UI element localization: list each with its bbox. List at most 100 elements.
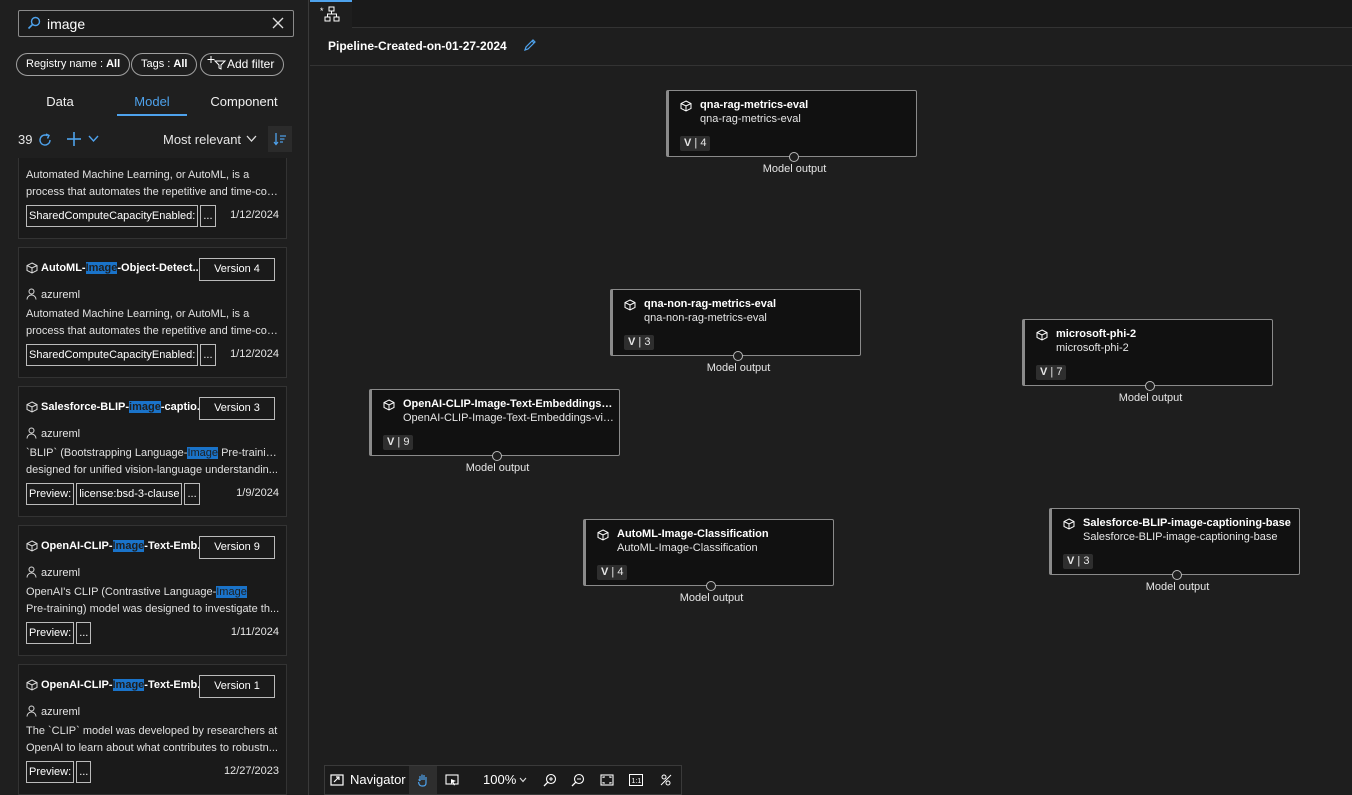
model-cube-icon [26, 262, 38, 274]
select-tool-icon[interactable] [445, 773, 459, 787]
pipeline-node[interactable]: microsoft-phi-2 microsoft-phi-2 V | 7 Model… [1022, 319, 1273, 404]
search-highlight: Image [216, 586, 247, 598]
tag-chip[interactable]: Preview: [26, 761, 75, 783]
search-icon [27, 16, 41, 30]
card-title[interactable]: OpenAI-CLIP-Image-Text-Emb... [41, 540, 199, 552]
actual-size-icon[interactable]: 1:1 [629, 773, 643, 787]
version-letter: V [387, 436, 395, 448]
svg-text:*: * [320, 6, 324, 16]
version-dropdown[interactable]: Version 1 [199, 675, 275, 698]
card-owner: azureml [41, 706, 81, 718]
version-dropdown[interactable]: Version 4 [199, 258, 275, 281]
clear-search-icon[interactable] [271, 16, 285, 30]
version-letter: V [684, 137, 692, 149]
node-title: AutoML-Image-Classification [617, 528, 769, 540]
add-filter-icon [207, 56, 227, 70]
zoom-level-dropdown[interactable]: 100% [483, 766, 516, 794]
node-version-badge: V | 3 [1063, 554, 1094, 569]
more-tags-chip[interactable]: ... [200, 344, 216, 366]
output-port-label: Model output [706, 362, 771, 374]
sort-dropdown[interactable]: Most relevant [163, 132, 241, 147]
node-title: qna-non-rag-metrics-eval [644, 298, 777, 310]
pipeline-tab[interactable]: * [310, 0, 352, 28]
card-title[interactable]: AutoML-Image-Object-Detect... [41, 262, 199, 274]
output-port[interactable] [706, 581, 716, 591]
node-subtitle: AutoML-Image-Classification [617, 542, 758, 554]
tag-chip[interactable]: Preview: [26, 622, 75, 644]
search-highlight: Image [187, 447, 219, 459]
svg-text:1:1: 1:1 [632, 778, 642, 785]
chevron-down-icon[interactable] [88, 135, 99, 143]
search-input[interactable] [47, 15, 267, 33]
fit-to-screen-icon[interactable] [600, 773, 614, 787]
card-title-text: -Text-Emb... [144, 540, 199, 552]
pipeline-node[interactable]: Salesforce-BLIP-image-captioning-base Sal… [1049, 508, 1300, 593]
output-port[interactable] [492, 451, 502, 461]
search-box[interactable] [18, 10, 294, 37]
pipeline-title: Pipeline-Created-on-01-27-2024 [328, 39, 507, 53]
pipeline-node[interactable]: AutoML-Image-Classification AutoML-Image-… [583, 519, 834, 604]
add-filter-label: Add filter [227, 57, 275, 71]
tab-data[interactable]: Data [28, 88, 92, 116]
edit-title-icon[interactable] [523, 38, 537, 52]
pan-tool-button[interactable] [409, 766, 437, 794]
list-item[interactable]: Salesforce-BLIP-image-captio... Version … [18, 386, 287, 517]
card-title[interactable]: Salesforce-BLIP-image-captio... [41, 401, 199, 413]
sort-order-button[interactable] [268, 126, 292, 152]
tab-component[interactable]: Component [199, 88, 289, 116]
card-title[interactable]: OpenAI-CLIP-Image-Text-Emb... [41, 679, 199, 691]
output-port[interactable] [733, 351, 743, 361]
output-port[interactable] [1145, 381, 1155, 391]
more-tags-chip[interactable]: ... [184, 483, 200, 505]
model-cube-icon [680, 100, 692, 112]
tab-model[interactable]: Model [117, 88, 187, 116]
card-description: Automated Machine Learning, or AutoML, i… [26, 167, 281, 201]
card-tags: Preview: license:bsd-3-clause... [26, 483, 202, 505]
card-description-line: OpenAI to learn about what contributes t… [26, 742, 278, 754]
zoom-in-icon[interactable] [543, 773, 557, 787]
card-date: 1/12/2024 [230, 209, 279, 221]
output-port-label: Model output [679, 592, 744, 604]
navigator-button[interactable]: Navigator [350, 766, 406, 794]
tag-chip[interactable]: license:bsd-3-clause [76, 483, 183, 505]
card-tags: SharedComputeCapacityEnabled:... [26, 205, 218, 227]
more-tags-chip[interactable]: ... [76, 761, 92, 783]
more-tags-chip[interactable]: ... [76, 622, 92, 644]
node-subtitle: qna-rag-metrics-eval [700, 113, 801, 125]
tag-chip[interactable]: SharedComputeCapacityEnabled: [26, 344, 199, 366]
pipeline-header: Pipeline-Created-on-01-27-2024 [310, 28, 1352, 66]
version-dropdown[interactable]: Version 3 [199, 397, 275, 420]
pipeline-node[interactable]: qna-non-rag-metrics-eval qna-non-rag-metr… [610, 289, 861, 374]
tags-filter-button[interactable]: Tags : All [131, 53, 198, 76]
add-icon[interactable] [66, 131, 82, 147]
card-description-line: Automated Machine Learning, or AutoML, i… [26, 308, 250, 320]
registry-filter-button[interactable]: Registry name : All [16, 53, 131, 76]
zoom-out-icon[interactable] [571, 773, 585, 787]
results-toolbar: 39 Most relevant [0, 126, 309, 154]
zoom-chevron-icon[interactable] [519, 777, 527, 783]
sort-chevron-icon[interactable] [246, 135, 257, 143]
pipeline-node[interactable]: qna-rag-metrics-eval qna-rag-metrics-eval… [666, 90, 917, 175]
list-item[interactable]: OpenAI-CLIP-Image-Text-Emb... Version 1 … [18, 664, 287, 795]
search-highlight: Image [112, 679, 145, 691]
add-filter-button[interactable]: Add filter [200, 53, 285, 76]
result-count: 39 [18, 132, 33, 147]
more-tags-chip[interactable]: ... [200, 205, 216, 227]
navigator-icon[interactable] [330, 773, 344, 787]
card-date: 1/12/2024 [230, 348, 279, 360]
output-port[interactable] [1172, 570, 1182, 580]
list-item[interactable]: AutoML-Image-Object-Detect... Version 4 … [18, 247, 287, 378]
model-cube-icon [597, 529, 609, 541]
pipeline-node[interactable]: OpenAI-CLIP-Image-Text-Embeddings-vi... O… [369, 389, 620, 474]
output-port[interactable] [789, 152, 799, 162]
tag-chip[interactable]: Preview: [26, 483, 75, 505]
list-item[interactable]: Automated Machine Learning, or AutoML, i… [18, 158, 287, 239]
version-dropdown[interactable]: Version 9 [199, 536, 275, 559]
pipeline-canvas-area: * Pipeline-Created-on-01-27-2024 qna-rag… [310, 0, 1352, 795]
list-item[interactable]: OpenAI-CLIP-Image-Text-Emb... Version 9 … [18, 525, 287, 656]
tag-chip[interactable]: SharedComputeCapacityEnabled: [26, 205, 199, 227]
auto-layout-icon[interactable] [659, 773, 673, 787]
node-title: qna-rag-metrics-eval [700, 99, 809, 111]
refresh-icon[interactable] [37, 132, 53, 148]
card-title-text: AutoML- [41, 262, 86, 274]
